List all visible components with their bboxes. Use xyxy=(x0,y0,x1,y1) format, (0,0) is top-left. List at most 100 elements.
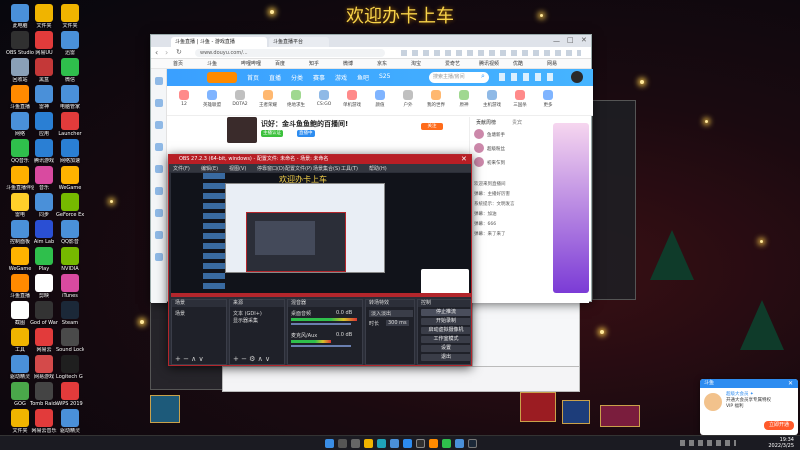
category-item[interactable]: 绝地求生 xyxy=(283,90,309,108)
bookmark-item[interactable]: 京东 xyxy=(377,60,387,68)
obs-preview[interactable]: 欢迎办卡上车 xyxy=(171,173,471,297)
site-nav-item[interactable]: 分类 xyxy=(291,73,303,82)
scene-item[interactable]: 场景 xyxy=(175,310,185,317)
category-item[interactable]: 更多 xyxy=(535,90,561,108)
notification-close-icon[interactable]: ✕ xyxy=(788,380,793,387)
background-window-right[interactable] xyxy=(592,100,636,300)
bookmark-item[interactable]: 百度 xyxy=(275,60,285,68)
rail-icon[interactable] xyxy=(155,121,163,129)
site-nav-item[interactable]: S25 xyxy=(379,73,390,80)
source-item[interactable]: 文本 (GDI+) xyxy=(233,310,262,317)
search-icon[interactable]: ⌕ xyxy=(481,72,485,81)
desktop-icon[interactable]: 网易UU xyxy=(30,31,58,56)
control-button[interactable]: 启动虚拟摄像机 xyxy=(421,327,471,334)
search-icon[interactable] xyxy=(338,439,347,448)
desktop-icon[interactable]: 网易云 xyxy=(30,328,58,353)
desktop-icon[interactable]: WeGame xyxy=(56,166,84,191)
obs-icon[interactable] xyxy=(416,439,425,448)
obs-close-icon[interactable]: ✕ xyxy=(461,155,467,163)
desktop-icon[interactable]: 电脑管家 xyxy=(56,85,84,110)
bookmark-item[interactable]: 首页 xyxy=(173,60,183,68)
desktop-icon[interactable]: QQ影音 xyxy=(56,220,84,245)
minimize-icon[interactable]: — xyxy=(553,37,560,45)
desktop-icon[interactable]: 文件夹 xyxy=(56,4,84,29)
desktop-icon[interactable]: God of War xyxy=(30,301,58,326)
bookmark-item[interactable]: 优酷 xyxy=(513,60,523,68)
desktop-icon[interactable]: Logitech G HUB xyxy=(56,355,84,380)
desktop-icon[interactable]: 应用 xyxy=(30,112,58,137)
obs-menu-item[interactable]: 编辑(E) xyxy=(201,165,218,172)
steam-icon[interactable] xyxy=(468,439,477,448)
category-item[interactable]: 单机游戏 xyxy=(339,90,365,108)
desktop-icon[interactable]: 音乐 xyxy=(30,166,58,191)
category-item[interactable]: 颜值 xyxy=(367,90,393,108)
obs-menu-item[interactable]: 工具(T) xyxy=(341,165,358,172)
rail-icon[interactable] xyxy=(155,143,163,151)
add-scene-icon[interactable]: + − ∧ ∨ xyxy=(175,355,204,363)
desktop-icon[interactable]: 雷神 xyxy=(30,85,58,110)
vip-tab[interactable]: 贵宾 xyxy=(512,119,522,126)
control-button[interactable]: 停止推流 xyxy=(421,309,471,316)
category-item[interactable]: 户外 xyxy=(395,90,421,108)
browser-tab[interactable]: 斗鱼直播平台 xyxy=(269,37,329,47)
bookmark-item[interactable]: 斗鱼 xyxy=(207,60,217,68)
rail-icon[interactable] xyxy=(155,209,163,217)
category-item[interactable]: 我的世界 xyxy=(423,90,449,108)
desktop-icon[interactable]: 腾讯游戏 xyxy=(30,139,58,164)
obs-menu-item[interactable]: 停靠窗口(D) xyxy=(257,165,285,172)
category-item[interactable]: 三国杀 xyxy=(507,90,533,108)
obs-menu-item[interactable]: 帮助(H) xyxy=(369,165,387,172)
desktop-icon[interactable]: 文件夹 xyxy=(30,4,58,29)
desktop-icon[interactable]: GeForce Experience xyxy=(56,193,84,218)
start-icon[interactable] xyxy=(325,439,334,448)
desktop-icon[interactable]: Steam xyxy=(56,301,84,326)
douyu-logo[interactable] xyxy=(207,72,237,83)
back-icon[interactable]: ‹ xyxy=(155,48,158,57)
streamer-avatar[interactable] xyxy=(227,117,257,143)
bookmark-item[interactable]: 微博 xyxy=(343,60,353,68)
desktop-icon[interactable]: iTunes xyxy=(56,274,84,299)
desktop-icon[interactable]: 网易云音乐 xyxy=(30,409,58,434)
bookmark-item[interactable]: 哔哩哔哩 xyxy=(241,60,261,68)
desktop-icon[interactable]: Launcher xyxy=(56,112,84,137)
obs-menu-item[interactable]: 视图(V) xyxy=(229,165,246,172)
category-item[interactable]: DOTA2 xyxy=(227,90,253,107)
volume-slider[interactable] xyxy=(291,345,351,347)
qq-icon[interactable] xyxy=(455,439,464,448)
refresh-icon[interactable]: ↻ xyxy=(176,48,182,56)
site-nav-item[interactable]: 游戏 xyxy=(335,73,347,82)
control-button[interactable]: 退出 xyxy=(421,354,471,361)
douyu-icon[interactable] xyxy=(429,439,438,448)
site-nav-item[interactable]: 首页 xyxy=(247,73,259,82)
obs-window[interactable]: OBS 27.2.3 (64-bit, windows) - 配置文件: 未命名… xyxy=(168,154,472,366)
desktop-icon[interactable]: 网易游戏 xyxy=(30,355,58,380)
promo-banner[interactable] xyxy=(553,123,589,293)
forward-icon[interactable]: › xyxy=(165,48,168,57)
rail-icon[interactable] xyxy=(155,253,163,261)
category-item[interactable]: 原神 xyxy=(451,90,477,108)
desktop-icon[interactable]: Play xyxy=(30,247,58,272)
task-view-icon[interactable] xyxy=(351,439,360,448)
site-nav-item[interactable]: 赛事 xyxy=(313,73,325,82)
bookmark-item[interactable]: 网易 xyxy=(547,60,557,68)
notification-action-button[interactable]: 立即开通 xyxy=(764,421,794,430)
rail-icon[interactable] xyxy=(155,77,163,85)
desktop-icon[interactable]: 同步 xyxy=(30,193,58,218)
rail-icon[interactable] xyxy=(155,165,163,173)
site-nav-item[interactable]: 直播 xyxy=(269,73,281,82)
category-item[interactable]: 12 xyxy=(171,90,197,107)
site-nav-item[interactable]: 鱼吧 xyxy=(357,73,369,82)
control-button[interactable]: 工作室模式 xyxy=(421,336,471,343)
transition-select[interactable]: 淡入淡出 xyxy=(369,310,413,317)
control-button[interactable]: 设置 xyxy=(421,345,471,352)
url-input[interactable]: www.douyu.com/... xyxy=(195,49,385,57)
taskbar-clock[interactable]: 19:34 2022/3/25 xyxy=(744,437,794,449)
close-icon[interactable]: ✕ xyxy=(581,36,587,44)
desktop-icon[interactable]: Sound Lock xyxy=(56,328,84,353)
control-button[interactable]: 开始录制 xyxy=(421,318,471,325)
source-item[interactable]: 显示器采集 xyxy=(233,317,258,324)
notification-popup[interactable]: 斗鱼 ✕ 超级大会员 ✦ 开通大会员享专属特权 VIP 福利 立即开通 xyxy=(700,379,798,435)
obs-menu-item[interactable]: 配置文件(P) xyxy=(285,165,312,172)
desktop-icon[interactable]: 黑盒 xyxy=(30,58,58,83)
desktop-icon[interactable]: 网络加速 xyxy=(56,139,84,164)
